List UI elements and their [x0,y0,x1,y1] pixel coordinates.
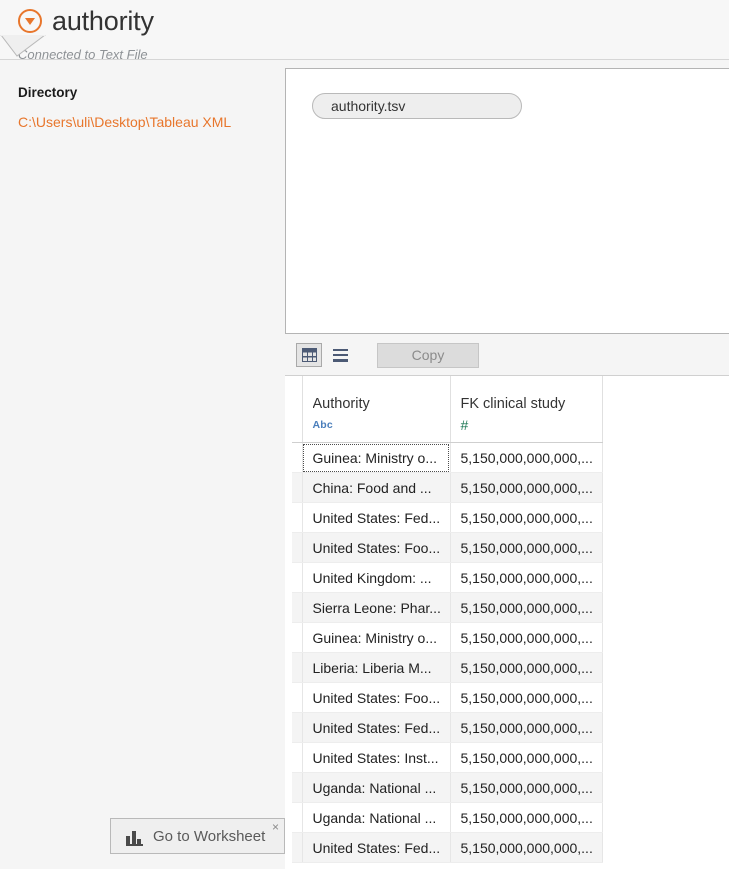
cell-authority[interactable]: United States: Fed... [302,502,451,533]
table-row[interactable]: United Kingdom: ... 5,150,000,000,000,... [292,562,603,593]
table-row[interactable]: United States: Fed... 5,150,000,000,000,.… [292,832,603,863]
column-header-authority[interactable]: Authority Abc [302,376,451,443]
grid-toolbar: Copy [285,335,729,375]
go-to-worksheet-label: Go to Worksheet [153,827,266,845]
row-gutter-header [292,376,303,443]
cell-fk-clinical-study[interactable]: 5,150,000,000,000,... [450,832,603,863]
row-gutter-cell [292,562,303,593]
table-row[interactable]: Liberia: Liberia M... 5,150,000,000,000,.… [292,652,603,683]
table-row[interactable]: Uganda: National ... 5,150,000,000,000,..… [292,772,603,803]
directory-label: Directory [18,85,78,100]
table-row[interactable]: China: Food and ... 5,150,000,000,000,... [292,472,603,503]
table-row[interactable]: United States: Foo... 5,150,000,000,000,.… [292,532,603,563]
table-header-row: Authority Abc FK clinical study # [292,376,603,443]
connection-subtitle: Connected to Text File [18,47,148,62]
chevron-down-glyph [25,17,35,25]
cell-authority[interactable]: Liberia: Liberia M... [302,652,451,683]
cell-authority[interactable]: China: Food and ... [302,472,451,503]
table-row[interactable]: Uganda: National ... 5,150,000,000,000,..… [292,802,603,833]
row-gutter-cell [292,532,303,563]
cell-fk-clinical-study[interactable]: 5,150,000,000,000,... [450,742,603,773]
table-row[interactable]: United States: Foo... 5,150,000,000,000,.… [292,682,603,713]
list-view-toggle[interactable] [327,343,353,367]
cell-authority[interactable]: United States: Fed... [302,832,451,863]
table-row[interactable]: United States: Fed... 5,150,000,000,000,.… [292,502,603,533]
row-gutter-cell [292,802,303,833]
column-header-fk-clinical-study[interactable]: FK clinical study # [450,376,603,443]
bar-chart-icon [126,829,143,846]
row-gutter-cell [292,442,303,473]
cell-authority[interactable]: United States: Foo... [302,682,451,713]
directory-path-link[interactable]: C:\Users\uli\Desktop\Tableau XML [18,114,231,130]
connection-name[interactable]: authority [52,6,154,36]
cell-fk-clinical-study[interactable]: 5,150,000,000,000,... [450,712,603,743]
circle-chevron-down-icon[interactable] [18,9,42,33]
row-gutter-cell [292,832,303,863]
cell-authority[interactable]: Guinea: Ministry o... [302,442,451,473]
row-gutter-cell [292,472,303,503]
connection-title-row: authority [18,6,154,36]
string-type-icon: Abc [312,419,333,431]
cell-authority[interactable]: United States: Fed... [302,712,451,743]
row-gutter-cell [292,592,303,623]
copy-button[interactable]: Copy [377,342,479,368]
row-gutter-cell [292,682,303,713]
connection-header: authority Connected to Text File [0,0,729,62]
grid-view-toggle[interactable] [296,343,322,367]
table-row[interactable]: Guinea: Ministry o... 5,150,000,000,000,.… [292,622,603,653]
cell-fk-clinical-study[interactable]: 5,150,000,000,000,... [450,472,603,503]
connection-canvas: authority.tsv [285,68,729,334]
table-row[interactable]: Sierra Leone: Phar... 5,150,000,000,000,.… [292,592,603,623]
column-header-label: Authority [312,396,370,412]
cell-fk-clinical-study[interactable]: 5,150,000,000,000,... [450,562,603,593]
list-view-icon [332,348,348,362]
cell-fk-clinical-study[interactable]: 5,150,000,000,000,... [450,502,603,533]
file-pill-authority-tsv[interactable]: authority.tsv [312,93,522,119]
cell-fk-clinical-study[interactable]: 5,150,000,000,000,... [450,682,603,713]
data-preview-grid[interactable]: Authority Abc FK clinical study # Guinea… [285,375,729,869]
cell-fk-clinical-study[interactable]: 5,150,000,000,000,... [450,652,603,683]
cell-authority[interactable]: Uganda: National ... [302,772,451,803]
cell-fk-clinical-study[interactable]: 5,150,000,000,000,... [450,802,603,833]
cell-authority[interactable]: United States: Foo... [302,532,451,563]
table-row[interactable]: United States: Fed... 5,150,000,000,000,.… [292,712,603,743]
cell-authority[interactable]: Sierra Leone: Phar... [302,592,451,623]
row-gutter-cell [292,742,303,773]
cell-fk-clinical-study[interactable]: 5,150,000,000,000,... [450,622,603,653]
row-gutter-cell [292,712,303,743]
cell-fk-clinical-study[interactable]: 5,150,000,000,000,... [450,442,603,473]
number-type-icon: # [460,417,469,433]
table-row[interactable]: Guinea: Ministry o... 5,150,000,000,000,.… [292,442,603,473]
row-gutter-cell [292,652,303,683]
cell-authority[interactable]: Guinea: Ministry o... [302,622,451,653]
row-gutter-cell [292,502,303,533]
cell-fk-clinical-study[interactable]: 5,150,000,000,000,... [450,772,603,803]
cell-fk-clinical-study[interactable]: 5,150,000,000,000,... [450,592,603,623]
grid-view-icon [301,348,317,362]
cell-fk-clinical-study[interactable]: 5,150,000,000,000,... [450,532,603,563]
preview-table: Authority Abc FK clinical study # Guinea… [292,376,603,863]
table-row[interactable]: United States: Inst... 5,150,000,000,000,… [292,742,603,773]
cell-authority[interactable]: United States: Inst... [302,742,451,773]
left-sidebar: Directory C:\Users\uli\Desktop\Tableau X… [0,61,285,869]
cell-authority[interactable]: United Kingdom: ... [302,562,451,593]
row-gutter-cell [292,622,303,653]
row-gutter-cell [292,772,303,803]
go-to-worksheet-callout[interactable]: Go to Worksheet × [110,818,285,854]
table-body: Guinea: Ministry o... 5,150,000,000,000,.… [292,442,603,863]
cell-authority[interactable]: Uganda: National ... [302,802,451,833]
close-icon[interactable]: × [272,821,279,833]
column-header-label: FK clinical study [460,396,566,412]
